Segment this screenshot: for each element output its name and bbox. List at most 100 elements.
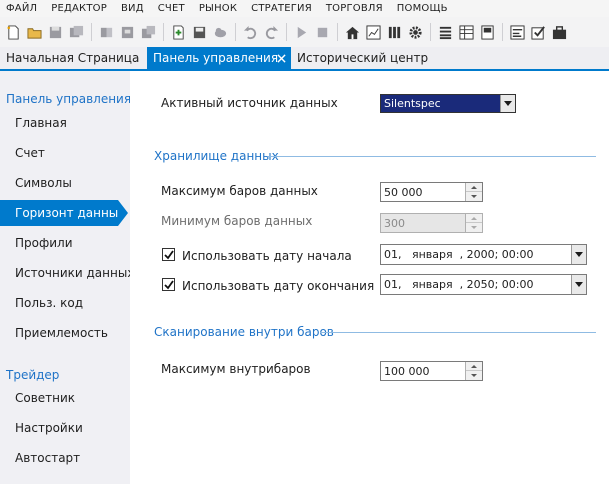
sidebar: Панель управления Главная Счет Символы Г… — [0, 71, 134, 484]
chevron-down-icon[interactable] — [500, 95, 515, 112]
play-icon[interactable] — [292, 23, 310, 41]
checklist-icon[interactable] — [529, 23, 547, 41]
start-date-value: 01, января , 2000; 00:00 — [384, 248, 534, 261]
spin-buttons — [465, 362, 482, 380]
redo-icon[interactable] — [262, 23, 280, 41]
sidebar-item-data-sources[interactable]: Источники данных — [0, 260, 134, 286]
section-divider — [268, 156, 596, 157]
end-date-picker[interactable]: 01, января , 2050; 00:00 — [380, 274, 587, 295]
active-source-value: Silentspec — [384, 97, 441, 110]
checkmark-icon — [163, 279, 174, 289]
max-bars-stepper[interactable]: 50 000 — [380, 182, 483, 202]
sidebar-item-advisor[interactable]: Советник — [0, 385, 130, 411]
cloud-icon[interactable] — [211, 23, 229, 41]
spin-down-icon[interactable] — [466, 192, 482, 201]
menu-file[interactable]: ФАЙЛ — [6, 3, 37, 14]
menu-view[interactable]: ВИД — [121, 3, 144, 14]
min-bars-value: 300 — [384, 217, 405, 230]
min-bars-label: Минимум баров данных — [161, 214, 313, 228]
briefcase-icon[interactable] — [550, 23, 568, 41]
toolbar — [0, 17, 609, 47]
max-bars-value: 50 000 — [384, 186, 423, 199]
open-folder-icon[interactable] — [25, 23, 43, 41]
use-start-date-label: Использовать дату начала — [182, 249, 352, 263]
use-end-date-label: Использовать дату окончания — [182, 279, 375, 293]
active-source-select[interactable]: Silentspec — [380, 94, 516, 113]
data-horizon-panel: Активный источник данных Silentspec Хран… — [130, 71, 609, 484]
sidebar-header-control-panel: Панель управления — [6, 92, 132, 106]
menu-account[interactable]: СЧЕТ — [158, 3, 185, 14]
intrabar-section-title: Сканирование внутри баров — [154, 325, 334, 339]
tab-bar: Начальная Страница Панель управления Ист… — [0, 47, 609, 71]
document-icon[interactable] — [478, 23, 496, 41]
grid-icon[interactable] — [457, 23, 475, 41]
sidebar-item-symbols[interactable]: Символы — [0, 170, 130, 196]
toolbar-separator — [286, 23, 287, 41]
start-date-picker[interactable]: 01, января , 2000; 00:00 — [380, 244, 587, 265]
chevron-down-icon[interactable] — [571, 245, 586, 264]
toolbar-separator — [337, 23, 338, 41]
add-icon[interactable] — [169, 23, 187, 41]
sidebar-item-profiles[interactable]: Профили — [0, 230, 130, 256]
checkmark-icon — [163, 249, 174, 259]
bars-icon[interactable] — [385, 23, 403, 41]
paste-icon[interactable] — [139, 23, 157, 41]
spin-buttons — [465, 214, 482, 232]
menu-strategy[interactable]: СТРАТЕГИЯ — [251, 3, 312, 14]
menu-editor[interactable]: РЕДАКТОР — [51, 3, 107, 14]
close-icon[interactable] — [275, 52, 287, 64]
menu-help[interactable]: ПОМОЩЬ — [397, 3, 448, 14]
sidebar-item-user-code[interactable]: Польз. код — [0, 290, 130, 316]
sidebar-item-autostart[interactable]: Автостарт — [0, 445, 130, 471]
gear-icon[interactable] — [406, 23, 424, 41]
toolbar-separator — [235, 23, 236, 41]
disk-icon[interactable] — [190, 23, 208, 41]
active-source-label: Активный источник данных — [161, 96, 338, 110]
chart-icon[interactable] — [364, 23, 382, 41]
spin-down-icon — [466, 223, 482, 232]
sidebar-item-label: Горизонт данных — [15, 206, 126, 220]
menu-trading[interactable]: ТОРГОВЛЯ — [326, 3, 383, 14]
sidebar-item-settings[interactable]: Настройки — [0, 415, 130, 441]
toolbar-separator — [502, 23, 503, 41]
use-end-date-checkbox[interactable] — [162, 278, 175, 291]
toolbar-separator — [91, 23, 92, 41]
sliders-icon[interactable] — [508, 23, 526, 41]
sidebar-header-trader: Трейдер — [6, 368, 60, 382]
cut-icon[interactable] — [97, 23, 115, 41]
sidebar-item-main[interactable]: Главная — [0, 110, 130, 136]
chevron-down-icon[interactable] — [571, 275, 586, 294]
tab-home[interactable]: Начальная Страница — [0, 47, 145, 69]
undo-icon[interactable] — [241, 23, 259, 41]
spin-up-icon[interactable] — [466, 362, 482, 371]
selection-arrow — [118, 200, 128, 226]
stop-icon[interactable] — [313, 23, 331, 41]
toolbar-separator — [430, 23, 431, 41]
max-bars-label: Максимум баров данных — [161, 184, 318, 198]
use-start-date-checkbox[interactable] — [162, 248, 175, 261]
tab-control-panel[interactable]: Панель управления — [147, 47, 291, 69]
menu-market[interactable]: РЫНОК — [199, 3, 237, 14]
list-icon[interactable] — [436, 23, 454, 41]
sidebar-item-acceptability[interactable]: Приемлемость — [0, 320, 130, 346]
section-divider — [320, 332, 596, 333]
save-all-icon[interactable] — [67, 23, 85, 41]
max-intrabars-value: 100 000 — [384, 365, 430, 378]
max-intrabars-label: Максимум внутрибаров — [161, 362, 311, 376]
save-icon[interactable] — [46, 23, 64, 41]
new-file-icon[interactable] — [4, 23, 22, 41]
end-date-value: 01, января , 2050; 00:00 — [384, 278, 534, 291]
spin-buttons — [465, 183, 482, 201]
copy-icon[interactable] — [118, 23, 136, 41]
sidebar-item-data-horizon[interactable]: Горизонт данных — [0, 200, 128, 226]
tab-history[interactable]: Исторический центр — [291, 47, 434, 69]
storage-section-title: Хранилище данных — [154, 149, 279, 163]
sidebar-item-account[interactable]: Счет — [0, 140, 130, 166]
menu-bar: ФАЙЛ РЕДАКТОР ВИД СЧЕТ РЫНОК СТРАТЕГИЯ Т… — [0, 0, 609, 17]
toolbar-separator — [163, 23, 164, 41]
spin-down-icon[interactable] — [466, 371, 482, 380]
home-icon[interactable] — [343, 23, 361, 41]
max-intrabars-stepper[interactable]: 100 000 — [380, 361, 483, 381]
spin-up-icon[interactable] — [466, 183, 482, 192]
min-bars-stepper: 300 — [380, 213, 483, 233]
